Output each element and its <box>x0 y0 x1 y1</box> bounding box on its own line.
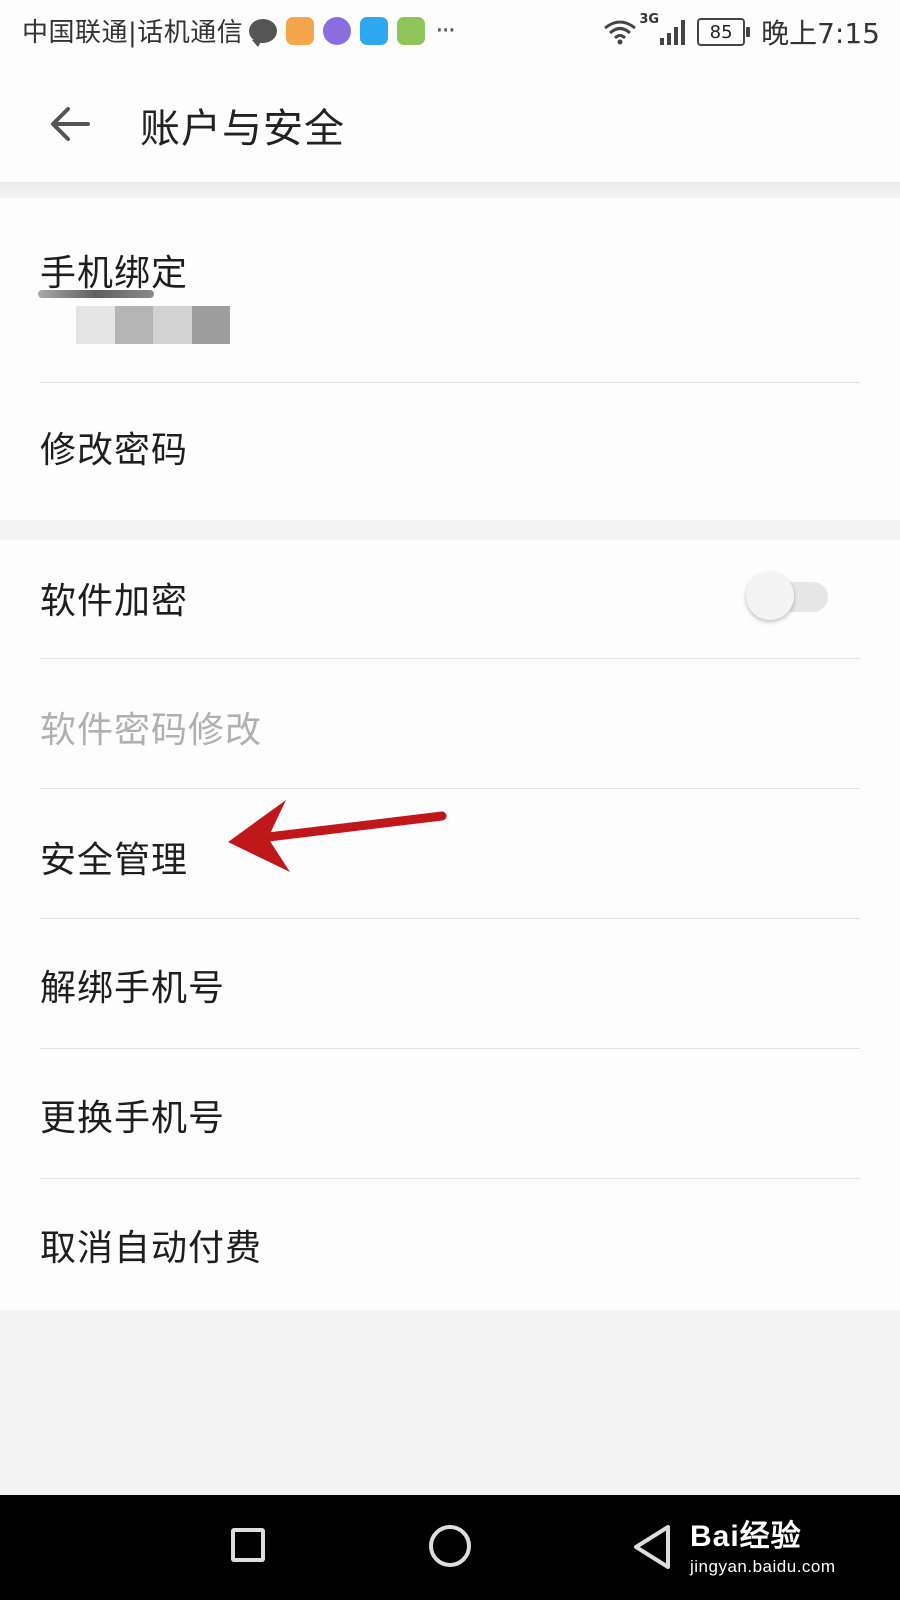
annotation-arrow-icon <box>228 800 447 872</box>
app-icon-blue <box>360 16 389 45</box>
message-icon <box>249 18 278 47</box>
watermark-brand: Bai经验 <box>690 1520 802 1553</box>
nav-back-button[interactable] <box>630 1523 674 1571</box>
network-type-label: 3G <box>639 12 660 27</box>
unbind-phone-row[interactable]: 解绑手机号 <box>0 919 900 1047</box>
change-password-label: 修改密码 <box>40 430 189 471</box>
app-bar: 账户与安全 <box>0 62 900 182</box>
page-title: 账户与安全 <box>140 106 345 152</box>
wifi-icon <box>604 20 637 45</box>
phone-binding-row[interactable]: 手机绑定 <box>0 198 900 382</box>
app-icon-orange <box>286 16 315 45</box>
clock: 晚上7:15 <box>761 17 880 50</box>
home-button[interactable] <box>429 1525 471 1567</box>
carrier-label: 中国联通|话机通信 <box>22 18 244 48</box>
signal-icon <box>660 20 686 45</box>
redaction-mark <box>38 290 154 298</box>
phone-binding-label: 手机绑定 <box>40 253 189 294</box>
status-right: 3G 85 晚上7:15 <box>603 12 880 52</box>
security-section: 软件加密 软件密码修改 安全管理 解绑手机号 更换手机号 取消自动付费 <box>0 540 900 1310</box>
software-encryption-row[interactable]: 软件加密 <box>0 540 900 658</box>
status-bar: 中国联通|话机通信 ··· 3G 85 晚上7:15 <box>0 0 900 62</box>
account-section: 手机绑定 修改密码 <box>0 198 900 520</box>
unbind-phone-label: 解绑手机号 <box>40 968 226 1009</box>
masked-phone-number <box>76 306 230 344</box>
security-management-label: 安全管理 <box>40 840 189 881</box>
change-phone-row[interactable]: 更换手机号 <box>0 1049 900 1177</box>
app-icon-green <box>397 16 426 45</box>
change-password-row[interactable]: 修改密码 <box>0 383 900 520</box>
toggle-knob <box>746 572 794 620</box>
baidu-jingyan-watermark: Bai经验 jingyan.baidu.com <box>690 1511 836 1577</box>
system-nav-bar: Bai经验 jingyan.baidu.com <box>0 1495 900 1600</box>
back-arrow-icon <box>51 107 90 141</box>
cancel-auto-pay-row[interactable]: 取消自动付费 <box>0 1179 900 1310</box>
software-password-change-row[interactable]: 软件密码修改 <box>0 659 900 787</box>
watermark-url: jingyan.baidu.com <box>690 1557 836 1576</box>
software-encryption-label: 软件加密 <box>40 581 189 622</box>
cancel-auto-pay-label: 取消自动付费 <box>40 1228 263 1269</box>
battery-icon: 85 <box>697 18 751 46</box>
back-button[interactable] <box>44 98 96 150</box>
app-bar-shadow <box>0 182 900 198</box>
recent-apps-button[interactable] <box>231 1528 265 1562</box>
status-left: 中国联通|话机通信 ··· <box>22 12 456 49</box>
more-notifications-icon: ··· <box>435 15 456 46</box>
software-encryption-toggle[interactable] <box>746 572 828 620</box>
change-phone-label: 更换手机号 <box>40 1098 226 1139</box>
app-icon-purple <box>323 16 352 45</box>
software-password-change-label: 软件密码修改 <box>40 710 263 751</box>
